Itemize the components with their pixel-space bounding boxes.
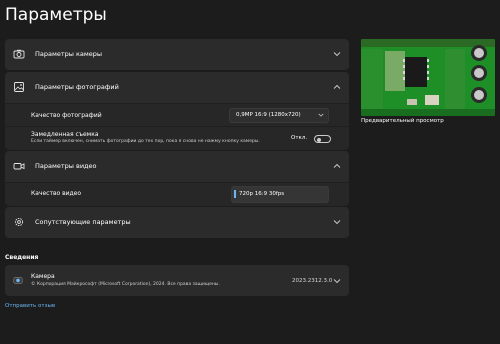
camera-preview [361, 39, 495, 116]
circuit-board-image [361, 39, 495, 116]
photo-quality-value: 0,9MP 16:9 (1280x720) [236, 112, 301, 118]
video-quality-dropdown[interactable]: 720p 16:9 30fps [231, 186, 329, 203]
about-card[interactable]: Камера © Корпорация Майкрософт (Microsof… [5, 265, 349, 296]
app-name: Камера [31, 273, 55, 280]
video-quality-value: 720p 16:9 30fps [239, 191, 285, 197]
chevron-down-icon[interactable] [333, 277, 341, 285]
related-settings-label: Сопутствующие параметры [35, 218, 131, 226]
chevron-down-icon [318, 113, 324, 117]
video-quality-label: Качество видео [31, 190, 82, 197]
gear-icon [14, 217, 24, 227]
chevron-up-icon[interactable] [333, 83, 341, 91]
video-camera-icon [13, 163, 25, 170]
video-settings-label: Параметры видео [35, 162, 97, 170]
camera-icon [13, 49, 25, 59]
video-quality-row: Качество видео 720p 16:9 30fps [5, 182, 349, 206]
camera-app-icon [13, 277, 23, 284]
video-settings-card: Параметры видео Качество видео 720p 16:9… [5, 151, 349, 206]
timer-description: Если таймер включен, снимать фотографии … [31, 139, 260, 144]
chevron-up-icon[interactable] [333, 162, 341, 170]
about-heading: Сведения [5, 254, 39, 261]
preview-label: Предварительный просмотр [361, 118, 444, 124]
camera-settings-card[interactable]: Параметры камеры [5, 39, 349, 70]
copyright-text: © Корпорация Майкрософт (Microsoft Corpo… [31, 282, 220, 287]
photo-settings-header[interactable]: Параметры фотографий [5, 72, 349, 103]
photo-quality-label: Качество фотографий [31, 112, 102, 119]
photo-quality-dropdown[interactable]: 0,9MP 16:9 (1280x720) [229, 108, 329, 123]
app-version: 2023.2312.3.0 [292, 278, 333, 284]
image-icon [14, 82, 24, 92]
chevron-down-icon[interactable] [333, 50, 341, 58]
timer-toggle[interactable] [314, 135, 331, 143]
timer-state-label: Откл. [291, 135, 308, 141]
chevron-down-icon[interactable] [333, 218, 341, 226]
page-title: Параметры [5, 5, 107, 25]
timer-label: Замедленная съемка [31, 131, 99, 138]
photo-settings-label: Параметры фотографий [35, 83, 119, 91]
send-feedback-link[interactable]: Отправить отзыв [5, 303, 55, 309]
accent-bar [234, 190, 236, 198]
camera-settings-label: Параметры камеры [35, 50, 103, 58]
timer-row: Замедленная съемка Если таймер включен, … [5, 126, 349, 150]
related-settings-card[interactable]: Сопутствующие параметры [5, 207, 349, 238]
video-settings-header[interactable]: Параметры видео [5, 151, 349, 182]
photo-settings-card: Параметры фотографий Качество фотографий… [5, 72, 349, 150]
photo-quality-row: Качество фотографий 0,9MP 16:9 (1280x720… [5, 103, 349, 127]
